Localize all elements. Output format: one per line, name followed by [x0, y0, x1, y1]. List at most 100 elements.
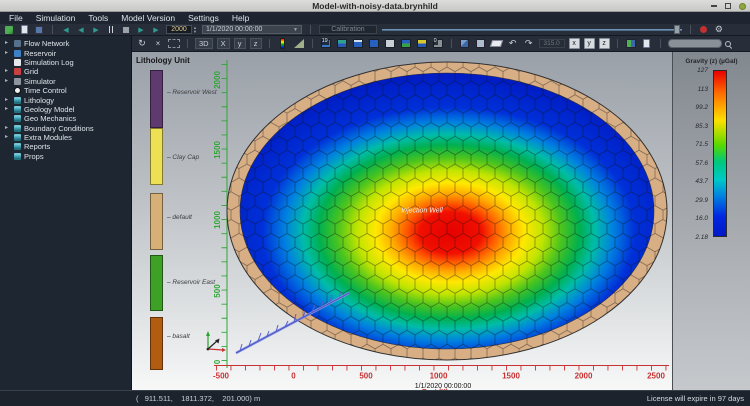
gravity-tick: 127 — [678, 67, 708, 74]
show-regions-button[interactable] — [400, 38, 412, 50]
mesh-layer-icon — [337, 39, 347, 48]
visible-layers-button[interactable]: 19 — [320, 38, 332, 50]
slider-handle[interactable] — [674, 25, 680, 34]
sidebar-item-simulation-log[interactable]: Simulation Log — [0, 58, 131, 67]
contacts-layer-icon — [417, 39, 427, 48]
lithology-label: Clay Cap — [167, 154, 199, 161]
menu-simulation[interactable]: Simulation — [36, 13, 76, 23]
timestep-spinner[interactable] — [166, 25, 192, 34]
view-x-button[interactable]: X — [217, 38, 230, 49]
lithology-legend-title: Lithology Unit — [136, 56, 190, 65]
menu-file[interactable]: File — [9, 13, 23, 23]
sidebar-item-flow-network[interactable]: ▸ Flow Network — [0, 39, 131, 48]
skip-to-end-button[interactable]: ▶ — [151, 25, 161, 35]
rotate-ccw-button[interactable]: ↶ — [507, 38, 519, 50]
search-icon[interactable] — [725, 41, 731, 47]
rubber-band-zoom-button[interactable] — [168, 39, 180, 48]
viewport-3d[interactable]: 2000 1500 1000 500 0 -500 0 500 1000 — [132, 52, 750, 390]
well-label: Injection Well — [401, 208, 443, 215]
colorbar-toggle-button[interactable] — [277, 38, 289, 50]
show-contacts-button[interactable] — [416, 38, 428, 50]
step-back-button[interactable]: ◀ — [76, 25, 86, 35]
axis-flag-y-button[interactable]: y — [584, 38, 595, 49]
menu-tools[interactable]: Tools — [88, 13, 108, 23]
record-icon — [700, 26, 707, 33]
stop-button[interactable] — [121, 25, 131, 35]
cross-section-button[interactable] — [491, 38, 503, 50]
save-button[interactable] — [34, 25, 44, 35]
sidebar-item-time-control[interactable]: Time Control — [0, 86, 131, 95]
show-faults-button[interactable] — [352, 38, 364, 50]
colorbar-icon — [280, 38, 285, 49]
x-tick-1000: 1000 — [430, 372, 448, 381]
x-tick-1500: 1500 — [502, 372, 520, 381]
reset-view-button[interactable]: ↻ — [136, 38, 148, 50]
layers-icon — [14, 125, 21, 132]
report-button[interactable] — [641, 38, 653, 50]
sidebar-item-extra-modules[interactable]: ▸ Extra Modules — [0, 133, 131, 142]
sidebar-item-geo-mechanics[interactable]: Geo Mechanics — [0, 114, 131, 123]
gravity-tick: 29.9 — [678, 197, 708, 204]
menu-settings[interactable]: Settings — [188, 13, 219, 23]
hidden-layers-button[interactable]: 0 — [432, 38, 444, 50]
sidebar-item-props[interactable]: Props — [0, 152, 131, 161]
new-model-button[interactable] — [4, 25, 14, 35]
skip-to-start-button[interactable]: ◀ — [61, 25, 71, 35]
sidebar-item-boundary-conditions[interactable]: ▸ Boundary Conditions — [0, 124, 131, 133]
sidebar-item-lithology[interactable]: ▸ Lithology — [0, 95, 131, 104]
terrain-slope-icon — [294, 39, 304, 48]
minimize-icon[interactable] — [711, 5, 717, 7]
sidebar-item-simulator[interactable]: ▸ Simulator — [0, 77, 131, 86]
play-button[interactable]: ▶ — [91, 25, 101, 35]
view-toolbar: ↻ × 3D X y z 19 — [132, 36, 750, 52]
report-icon — [643, 39, 650, 48]
pause-button[interactable] — [106, 25, 116, 35]
show-surfaces-button[interactable] — [384, 38, 396, 50]
sidebar-item-geology-model[interactable]: ▸ Geology Model — [0, 105, 131, 114]
sidebar-item-grid[interactable]: ▸ Grid — [0, 67, 131, 76]
step-forward-button[interactable]: ▶ — [136, 25, 146, 35]
view-z-button[interactable]: z — [250, 38, 262, 49]
rotate-cw-button[interactable]: ↷ — [523, 38, 535, 50]
terrain-slope-button[interactable] — [293, 38, 305, 50]
axis-flag-x-button[interactable]: x — [569, 38, 580, 49]
close-icon[interactable] — [739, 3, 746, 10]
maximize-icon[interactable] — [725, 3, 731, 9]
expand-arrow-icon[interactable]: ▸ — [5, 96, 11, 105]
model-mesh[interactable] — [227, 62, 667, 360]
sidebar-item-reports[interactable]: Reports — [0, 142, 131, 151]
expand-arrow-icon[interactable]: ▸ — [5, 49, 11, 58]
license-status: License will expire in 97 days — [647, 394, 744, 403]
expand-arrow-icon[interactable]: ▸ — [5, 77, 11, 86]
lithology-band-reservoir-west — [150, 70, 163, 128]
expand-arrow-icon[interactable]: ▸ — [5, 124, 11, 133]
property-grid-button[interactable] — [625, 38, 637, 50]
grid-outline-button[interactable] — [475, 38, 487, 50]
expand-arrow-icon[interactable]: ▸ — [5, 39, 11, 48]
view-y-button[interactable]: y — [234, 38, 246, 49]
grid-3d-button[interactable] — [459, 38, 471, 50]
expand-arrow-icon[interactable]: ▸ — [5, 67, 11, 76]
clock-icon — [14, 87, 21, 94]
expand-arrow-icon[interactable]: ▸ — [5, 105, 11, 114]
clear-selection-button[interactable]: × — [152, 38, 164, 50]
view-3d-button[interactable]: 3D — [195, 38, 213, 49]
calibration-button[interactable]: Calibration — [319, 25, 377, 34]
open-file-icon — [21, 25, 28, 34]
layers-icon — [14, 106, 21, 113]
rotation-angle-field[interactable] — [539, 39, 565, 48]
show-mesh-button[interactable] — [336, 38, 348, 50]
axis-flag-z-button[interactable]: z — [599, 38, 610, 49]
datetime-dropdown[interactable]: 1/1/2020 00:00:00 ▼ — [202, 25, 302, 34]
open-button[interactable] — [19, 25, 29, 35]
time-slider[interactable] — [382, 25, 682, 34]
menu-model-version[interactable]: Model Version — [121, 13, 175, 23]
sidebar-item-reservoir[interactable]: ▸ Reservoir — [0, 48, 131, 57]
record-button[interactable] — [699, 25, 709, 35]
settings-button[interactable]: ⚙ — [714, 25, 724, 35]
menu-help[interactable]: Help — [232, 13, 249, 23]
search-input[interactable] — [668, 39, 722, 48]
expand-arrow-icon[interactable]: ▸ — [5, 133, 11, 142]
spinner-arrows[interactable]: ▲▼ — [193, 26, 197, 34]
show-wells-button[interactable] — [368, 38, 380, 50]
